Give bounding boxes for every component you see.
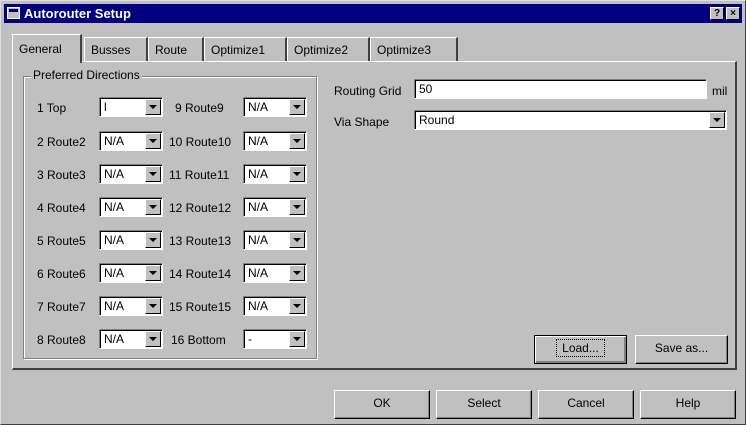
layer-direction-select[interactable]: N/A (99, 263, 163, 283)
layer-label: 15 Route15 (169, 300, 232, 314)
layer-direction-select[interactable]: N/A (243, 131, 307, 151)
chevron-down-icon[interactable] (145, 298, 161, 314)
layer-direction-select[interactable]: N/A (243, 263, 307, 283)
help-title-button[interactable]: ? (710, 7, 724, 20)
layer-label: 5 Route5 (37, 234, 86, 248)
window-title: Autorouter Setup (24, 6, 131, 21)
layer-label: 13 Route13 (169, 234, 232, 248)
routing-grid-label: Routing Grid (334, 84, 402, 98)
layer-label: 8 Route8 (37, 333, 86, 347)
close-button[interactable]: × (726, 7, 740, 20)
preferred-directions-group (23, 76, 317, 359)
layer-label: 10 Route10 (169, 135, 232, 149)
layer-direction-select[interactable]: N/A (99, 197, 163, 217)
autorouter-setup-dialog: Autorouter Setup ? × General Busses Rout… (0, 0, 746, 425)
chevron-down-icon[interactable] (289, 232, 305, 248)
layer-direction-select[interactable]: N/A (243, 197, 307, 217)
help-button[interactable]: Help (640, 390, 736, 419)
routing-grid-input[interactable]: 50 (414, 79, 707, 99)
layer-direction-select[interactable]: N/A (243, 230, 307, 250)
tab-optimize3[interactable]: Optimize3 (370, 37, 458, 61)
tab-optimize1[interactable]: Optimize1 (204, 37, 287, 61)
preferred-directions-title: Preferred Directions (31, 68, 142, 82)
layer-label: 14 Route14 (169, 267, 232, 281)
layer-direction-value: N/A (248, 134, 269, 148)
chevron-down-icon[interactable] (145, 331, 161, 347)
routing-grid-unit: mil (712, 84, 728, 98)
chevron-down-icon[interactable] (709, 112, 725, 128)
via-shape-select[interactable]: Round (414, 110, 727, 130)
layer-direction-value: N/A (248, 299, 269, 313)
load-button-label: Load... (556, 339, 605, 357)
layer-direction-select[interactable]: N/A (99, 131, 163, 151)
layer-label: 16 Bottom (171, 333, 226, 347)
save-as-button[interactable]: Save as... (635, 335, 728, 364)
layer-direction-value: - (248, 332, 252, 346)
layer-label: 9 Route9 (175, 101, 224, 115)
layer-direction-value: N/A (104, 134, 125, 148)
chevron-down-icon[interactable] (145, 166, 161, 182)
layer-label: 2 Route2 (37, 135, 86, 149)
window-icon (7, 7, 20, 19)
layer-direction-select[interactable]: N/A (243, 164, 307, 184)
load-button[interactable]: Load... (534, 335, 627, 364)
layer-direction-value: l (104, 100, 107, 114)
layer-direction-select[interactable]: l (99, 97, 163, 117)
tab-route[interactable]: Route (148, 37, 204, 61)
chevron-down-icon[interactable] (145, 232, 161, 248)
layer-label: 1 Top (37, 101, 67, 115)
chevron-down-icon[interactable] (289, 331, 305, 347)
layer-direction-value: N/A (248, 167, 269, 181)
chevron-down-icon[interactable] (145, 133, 161, 149)
layer-direction-value: N/A (248, 233, 269, 247)
layer-direction-value: N/A (248, 100, 269, 114)
layer-direction-select[interactable]: N/A (99, 329, 163, 349)
chevron-down-icon[interactable] (289, 166, 305, 182)
layer-label: 11 Route11 (169, 168, 230, 182)
layer-direction-value: N/A (104, 332, 125, 346)
chevron-down-icon[interactable] (289, 265, 305, 281)
select-button[interactable]: Select (436, 390, 532, 419)
layer-direction-select[interactable]: N/A (99, 230, 163, 250)
title-bar: Autorouter Setup ? × (4, 4, 742, 23)
layer-direction-value: N/A (104, 233, 125, 247)
layer-direction-value: N/A (248, 200, 269, 214)
layer-label: 12 Route12 (169, 201, 232, 215)
layer-label: 7 Route7 (37, 300, 86, 314)
layer-direction-value: N/A (104, 200, 125, 214)
layer-direction-value: N/A (104, 266, 125, 280)
chevron-down-icon[interactable] (289, 133, 305, 149)
chevron-down-icon[interactable] (289, 199, 305, 215)
chevron-down-icon[interactable] (289, 298, 305, 314)
via-shape-label: Via Shape (334, 115, 390, 129)
layer-label: 3 Route3 (37, 168, 86, 182)
layer-direction-value: N/A (104, 167, 125, 181)
layer-direction-select[interactable]: N/A (243, 97, 307, 117)
tab-busses[interactable]: Busses (84, 37, 148, 61)
layer-direction-select[interactable]: N/A (99, 164, 163, 184)
chevron-down-icon[interactable] (289, 99, 305, 115)
layer-direction-select[interactable]: N/A (243, 296, 307, 316)
layer-direction-value: N/A (104, 299, 125, 313)
layer-direction-value: N/A (248, 266, 269, 280)
tab-general[interactable]: General (12, 34, 82, 63)
chevron-down-icon[interactable] (145, 265, 161, 281)
ok-button[interactable]: OK (334, 390, 430, 419)
via-shape-value: Round (419, 113, 455, 127)
layer-direction-select[interactable]: - (243, 329, 307, 349)
layer-label: 4 Route4 (37, 201, 86, 215)
chevron-down-icon[interactable] (145, 199, 161, 215)
cancel-button[interactable]: Cancel (538, 390, 634, 419)
tab-optimize2[interactable]: Optimize2 (287, 37, 370, 61)
chevron-down-icon[interactable] (145, 99, 161, 115)
layer-direction-select[interactable]: N/A (99, 296, 163, 316)
layer-label: 6 Route6 (37, 267, 86, 281)
